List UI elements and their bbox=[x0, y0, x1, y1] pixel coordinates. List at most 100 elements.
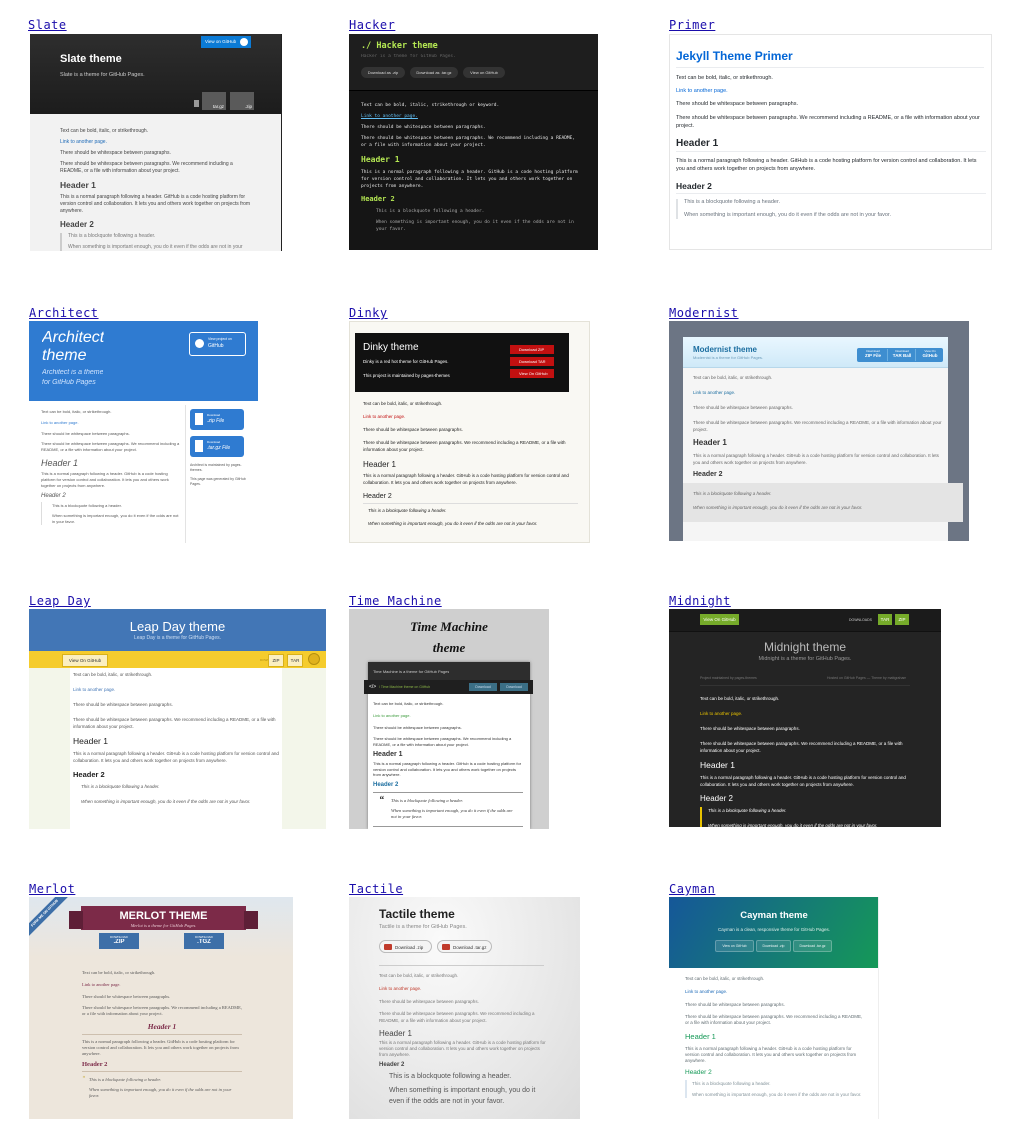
dinky-tar-button[interactable]: Download TAR bbox=[510, 357, 554, 366]
theme-link-dinky[interactable]: Dinky bbox=[349, 306, 388, 320]
primer-content: Text can be bold, italic, or strikethrou… bbox=[676, 74, 986, 223]
modernist-tagline: Modernist is a theme for GitHub Pages. bbox=[693, 355, 764, 360]
merlot-zip-button[interactable]: DOWNLOAD .ZIP bbox=[99, 933, 139, 949]
content-link[interactable]: Link to another page. bbox=[700, 710, 920, 717]
modernist-github-button[interactable]: View On GitHub bbox=[915, 349, 944, 361]
theme-link-primer[interactable]: Primer bbox=[669, 18, 715, 32]
modernist-tar-button[interactable]: Download TAR Ball bbox=[887, 349, 916, 361]
architect-generated: This page was generated by GitHub Pages. bbox=[190, 477, 246, 486]
merlot-preview[interactable]: FORK ME ON GITHUB MERLOT THEME Merlot is… bbox=[29, 897, 293, 1119]
cayman-preview[interactable]: Cayman theme Cayman is a clean, responsi… bbox=[669, 897, 879, 1119]
theme-link-cayman[interactable]: Cayman bbox=[669, 882, 715, 896]
architect-content: Text can be bold, italic, or strikethrou… bbox=[41, 409, 181, 525]
architect-view-github-button[interactable]: View project on GitHub bbox=[189, 332, 246, 356]
midnight-hosted: Hosted on GitHub Pages — Theme by mattgr… bbox=[827, 676, 907, 680]
leapday-zip-button[interactable]: ZIP bbox=[268, 654, 284, 667]
slate-view-github-button[interactable]: View on GitHub bbox=[201, 36, 251, 48]
theme-link-slate[interactable]: Slate bbox=[28, 18, 67, 32]
cayman-github-button[interactable]: View on GitHub bbox=[715, 940, 754, 952]
modernist-zip-button[interactable]: Download ZIP File bbox=[859, 349, 887, 361]
architect-tar-button[interactable]: Download .tar.gz File bbox=[190, 436, 244, 457]
blockquote: This is a blockquote following a header.… bbox=[700, 807, 920, 827]
midnight-preview[interactable]: View On GitHub DOWNLOADS TAR ZIP Midnigh… bbox=[669, 609, 941, 827]
architect-preview[interactable]: Architect theme Architect is a theme for… bbox=[29, 321, 258, 543]
blockquote: This is a blockquote following a header.… bbox=[363, 503, 578, 534]
download-icon bbox=[384, 944, 392, 950]
midnight-zip-button[interactable]: ZIP bbox=[895, 614, 909, 625]
hacker-tagline: Hacker is a theme for GitHub Pages. bbox=[361, 54, 456, 59]
midnight-tar-button[interactable]: TAR bbox=[878, 614, 892, 625]
theme-link-hacker[interactable]: Hacker bbox=[349, 18, 395, 32]
content-link[interactable]: Link to another page. bbox=[41, 419, 181, 426]
tactile-content: Text can be bold, italic, or strikethrou… bbox=[379, 972, 549, 1111]
file-icon bbox=[195, 413, 203, 425]
theme-link-merlot[interactable]: Merlot bbox=[29, 882, 75, 896]
cayman-zip-button[interactable]: Download .zip bbox=[756, 940, 791, 952]
timemachine-preview[interactable]: Time Machine theme Time Machine is a the… bbox=[349, 609, 549, 829]
content-link[interactable]: Link to another page. bbox=[693, 389, 943, 396]
modernist-downloads: Download ZIP File Download TAR Ball View… bbox=[857, 348, 943, 362]
content-link[interactable]: Link to another page. bbox=[676, 88, 986, 95]
leapday-tar-button[interactable]: TAR bbox=[287, 654, 303, 667]
content-link[interactable]: Link to another page. bbox=[373, 712, 523, 719]
merlot-title: MERLOT THEME bbox=[119, 910, 208, 922]
leapday-preview[interactable]: Leap Day theme Leap Day is a theme for G… bbox=[29, 609, 326, 829]
leapday-logo-icon bbox=[308, 653, 320, 665]
content-link[interactable]: Link to another page. bbox=[73, 686, 281, 693]
leapday-view-github-button[interactable]: View On GitHub bbox=[62, 654, 108, 667]
theme-link-midnight[interactable]: Midnight bbox=[669, 594, 731, 608]
timemachine-title-2: theme bbox=[432, 640, 466, 655]
dinky-preview[interactable]: Dinky theme Dinky is a red hot theme for… bbox=[349, 321, 590, 543]
hacker-tar-button[interactable]: Download as .tar.gz bbox=[410, 67, 458, 78]
dinky-github-button[interactable]: View On GitHub bbox=[510, 369, 554, 378]
midnight-maintained: Project maintained by pages-themes bbox=[700, 676, 757, 680]
dinky-zip-button[interactable]: Download ZIP bbox=[510, 345, 554, 354]
blockquote: This is a blockquote following a header.… bbox=[81, 784, 251, 804]
tactile-tagline: Tactile is a theme for GitHub Pages. bbox=[379, 924, 467, 930]
content-link[interactable]: Link to another page. bbox=[685, 988, 865, 995]
primer-title: Jekyll Theme Primer bbox=[676, 49, 793, 63]
theme-link-architect[interactable]: Architect bbox=[29, 306, 99, 320]
hacker-zip-button[interactable]: Download as .zip bbox=[361, 67, 405, 78]
theme-link-timemachine[interactable]: Time Machine bbox=[349, 594, 442, 608]
blockquote: “ This is a blockquote following a heade… bbox=[82, 1076, 232, 1098]
tactile-zip-button[interactable]: Download .zip bbox=[379, 940, 432, 953]
modernist-content: Text can be bold, italic, or strikethrou… bbox=[683, 374, 963, 522]
slate-preview[interactable]: View on GitHub Slate theme Slate is a th… bbox=[30, 34, 282, 251]
dinky-maintained: This project is maintained by pages-them… bbox=[363, 373, 450, 378]
merlot-tgz-button[interactable]: DOWNLOAD .TGZ bbox=[184, 933, 224, 949]
quote-icon: “ bbox=[379, 794, 384, 806]
tactile-preview[interactable]: Tactile theme Tactile is a theme for Git… bbox=[349, 897, 580, 1119]
slate-zip-button[interactable]: .zip bbox=[230, 92, 254, 110]
leapday-content: Text can be bold, italic, or strikethrou… bbox=[73, 671, 281, 809]
content-link[interactable]: Link to another page. bbox=[361, 113, 581, 120]
primer-preview[interactable]: Jekyll Theme Primer Text can be bold, it… bbox=[669, 34, 992, 250]
architect-zip-button[interactable]: Download .zip File bbox=[190, 409, 244, 430]
architect-title-2: theme bbox=[42, 347, 87, 364]
hacker-title: ./ Hacker theme bbox=[361, 41, 438, 51]
blockquote: This is a blockquote following a header.… bbox=[376, 209, 574, 232]
theme-link-leapday[interactable]: Leap Day bbox=[29, 594, 91, 608]
content-link[interactable]: Link to another page. bbox=[363, 413, 578, 420]
merlot-tagline: Merlot is a theme for GitHub Pages. bbox=[130, 923, 197, 928]
hacker-preview[interactable]: ./ Hacker theme Hacker is a theme for Gi… bbox=[349, 34, 598, 250]
timemachine-download-1[interactable]: Download bbox=[469, 683, 497, 691]
hacker-github-button[interactable]: View on GitHub bbox=[463, 67, 505, 78]
content-link[interactable]: Link to another page. bbox=[82, 981, 242, 988]
theme-link-tactile[interactable]: Tactile bbox=[349, 882, 403, 896]
leapday-title: Leap Day theme bbox=[129, 619, 226, 634]
theme-link-modernist[interactable]: Modernist bbox=[669, 306, 739, 320]
slate-tar-button[interactable]: tar.gz bbox=[202, 92, 226, 110]
blockquote: This is a blockquote following a header.… bbox=[683, 483, 963, 522]
content-link[interactable]: Link to another page. bbox=[379, 985, 549, 992]
timemachine-download-2[interactable]: Download bbox=[500, 683, 528, 691]
content-link[interactable]: Link to another page. bbox=[60, 139, 252, 146]
slate-view-github-label: View on GitHub bbox=[205, 39, 237, 44]
hacker-content: Text can be bold, italic, strikethrough … bbox=[361, 102, 581, 237]
modernist-preview[interactable]: Modernist theme Modernist is a theme for… bbox=[669, 321, 969, 541]
midnight-view-github-button[interactable]: View On GitHub bbox=[700, 614, 739, 625]
blockquote: This is a blockquote following a header.… bbox=[685, 1080, 865, 1098]
cayman-title: Cayman theme bbox=[740, 910, 808, 921]
cayman-tar-button[interactable]: Download .tar.gz bbox=[793, 940, 832, 952]
tactile-tar-button[interactable]: Download .tar.gz bbox=[437, 940, 492, 953]
